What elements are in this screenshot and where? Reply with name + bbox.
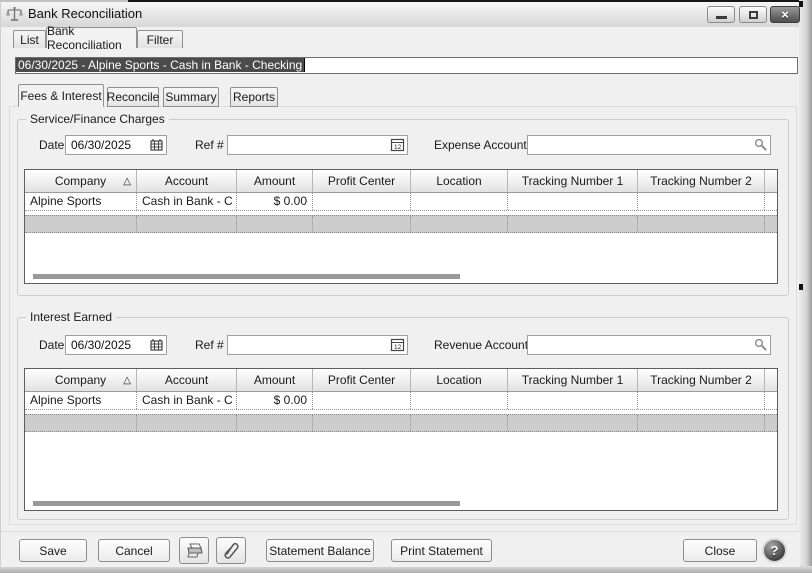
charges-table-header[interactable]: Company△ Account Amount Profit Center Lo… [25,170,777,193]
interest-table-header[interactable]: Company△ Account Amount Profit Center Lo… [25,369,777,392]
charges-date-field[interactable] [65,135,167,155]
new-entry-row[interactable] [25,215,777,233]
service-finance-charges-group: Service/Finance Charges Date Ref # 12 [17,119,789,296]
revenue-account-input[interactable] [528,336,770,354]
interest-ref-input[interactable] [228,336,407,354]
column-header-company[interactable]: Company△ [25,369,137,391]
table-row[interactable]: Alpine Sports Cash in Bank - C $ 0.00 [25,392,777,410]
revenue-account-field[interactable] [527,335,771,355]
close-window-button[interactable]: × [770,6,800,23]
group-title: Interest Earned [26,310,116,324]
horizontal-scrollbar[interactable] [33,501,769,506]
svg-text:12: 12 [394,344,402,351]
record-selector-field[interactable]: 06/30/2025 - Alpine Sports - Cash in Ban… [15,57,798,74]
footer-bar: Save Cancel Statement Balance Print Stat… [1,531,800,567]
help-button[interactable]: ? [762,538,787,563]
window-title: Bank Reconciliation [28,6,142,21]
column-header-amount[interactable]: Amount [237,369,313,391]
minimize-icon [716,16,727,19]
charges-table[interactable]: Company△ Account Amount Profit Center Lo… [24,169,778,284]
charges-ref-input[interactable] [228,136,407,154]
charges-ref-field[interactable]: 12 [227,135,408,155]
close-icon: × [781,8,789,21]
interest-date-field[interactable] [65,335,167,355]
balance-scale-icon [6,6,23,23]
column-header-tracking-2[interactable]: Tracking Number 2 [638,369,765,391]
save-button[interactable]: Save [19,539,87,562]
column-header-account[interactable]: Account [137,170,237,192]
expense-account-label: Expense Account [434,135,527,155]
close-button[interactable]: Close [683,539,757,562]
table-row[interactable]: Alpine Sports Cash in Bank - C $ 0.00 [25,193,777,211]
statement-balance-button[interactable]: Statement Balance [266,539,374,562]
date-picker-icon[interactable] [149,338,164,352]
group-title: Service/Finance Charges [26,112,169,126]
question-mark-icon: ? [771,543,779,558]
tab-fees-interest[interactable]: Fees & Interest [18,84,104,107]
search-icon[interactable] [753,338,768,352]
cancel-button[interactable]: Cancel [98,539,170,562]
column-header-profit-center[interactable]: Profit Center [313,170,411,192]
printer-icon [185,542,204,559]
selected-record-text: 06/30/2025 - Alpine Sports - Cash in Ban… [16,58,305,72]
print-button[interactable] [179,537,209,564]
interest-ref-field[interactable]: 12 [227,335,408,355]
column-header-company[interactable]: Company△ [25,170,137,192]
expense-account-input[interactable] [528,136,770,154]
ref-label: Ref # [195,135,224,155]
date-label: Date [39,335,64,355]
tab-reports[interactable]: Reports [230,87,278,107]
ref-lookup-icon[interactable]: 12 [390,138,405,152]
date-picker-icon[interactable] [149,138,164,152]
background-window-sliver [799,0,812,566]
column-header-profit-center[interactable]: Profit Center [313,369,411,391]
background-window-bottom [0,566,812,573]
column-header-location[interactable]: Location [411,369,508,391]
print-statement-button[interactable]: Print Statement [391,539,492,562]
maximize-icon [749,11,758,19]
tab-filter[interactable]: Filter [137,30,183,48]
scrollbar-thumb[interactable] [33,501,460,506]
column-header-tracking-1[interactable]: Tracking Number 1 [508,170,638,192]
paperclip-icon [223,542,240,560]
sort-ascending-icon: △ [123,375,131,386]
revenue-account-label: Revenue Account [434,335,528,355]
column-header-location[interactable]: Location [411,170,508,192]
column-header-account[interactable]: Account [137,369,237,391]
ref-lookup-icon[interactable]: 12 [390,338,405,352]
column-header-tracking-1[interactable]: Tracking Number 1 [508,369,638,391]
minimize-button[interactable] [707,6,735,23]
tab-summary[interactable]: Summary [163,87,219,107]
interest-table[interactable]: Company△ Account Amount Profit Center Lo… [24,368,778,511]
new-entry-row[interactable] [25,414,777,432]
ref-label: Ref # [195,335,224,355]
column-header-amount[interactable]: Amount [237,170,313,192]
svg-text:12: 12 [394,144,402,151]
column-header-tracking-2[interactable]: Tracking Number 2 [638,170,765,192]
scrollbar-thumb[interactable] [33,274,460,279]
horizontal-scrollbar[interactable] [33,274,769,279]
sort-ascending-icon: △ [123,176,131,187]
date-label: Date [39,135,64,155]
tab-reconcile[interactable]: Reconcile [107,87,159,107]
tab-list[interactable]: List [13,30,46,48]
attachment-button[interactable] [216,537,246,564]
interest-earned-group: Interest Earned Date Ref # 12 Reve [17,317,789,520]
expense-account-field[interactable] [527,135,771,155]
search-icon[interactable] [753,138,768,152]
maximize-button[interactable] [739,6,767,23]
tab-bank-reconciliation[interactable]: Bank Reconciliation [46,27,137,48]
bank-reconciliation-window: Bank Reconciliation × List Bank Reconcil… [0,2,799,566]
